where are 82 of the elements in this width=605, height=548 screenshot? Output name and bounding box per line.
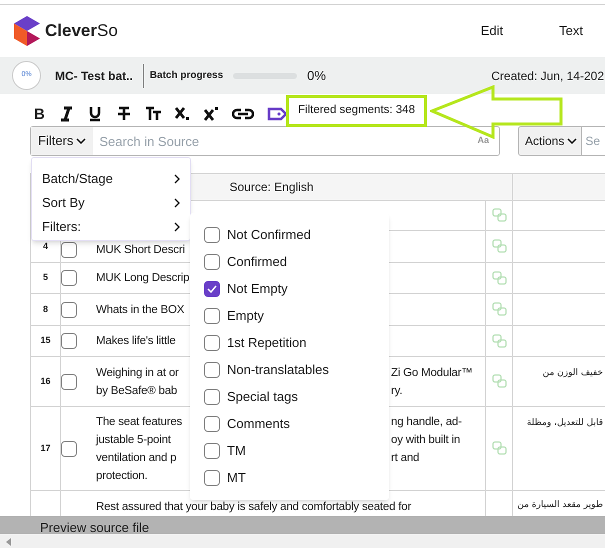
checkbox[interactable] bbox=[204, 334, 220, 350]
logo-text: CleverSo bbox=[45, 20, 118, 42]
row-checkbox[interactable] bbox=[61, 440, 77, 456]
checkbox[interactable] bbox=[204, 362, 220, 378]
source-text: The seat features bbox=[96, 414, 182, 430]
checkbox[interactable] bbox=[204, 254, 220, 270]
filters-button[interactable]: Filters bbox=[31, 127, 94, 155]
filter-option[interactable]: Empty bbox=[190, 302, 389, 329]
source-text: ventilation and p bbox=[96, 450, 176, 466]
filtered-count: Filtered segments: 348 bbox=[298, 103, 415, 118]
filter-option[interactable]: Non-translatables bbox=[190, 356, 389, 383]
source-text: Makes life's little bbox=[96, 334, 176, 349]
target-text: طوير مقعد السيارة من bbox=[517, 499, 604, 512]
scroll-left-icon[interactable] bbox=[6, 538, 11, 546]
source-text: MUK Long Descrip bbox=[96, 271, 190, 286]
chevron-down-icon bbox=[76, 138, 86, 144]
source-text: Whats in the BOX bbox=[96, 302, 184, 318]
source-text: ng handle, ad- bbox=[391, 414, 462, 430]
filter-option[interactable]: MT bbox=[190, 464, 389, 491]
row-checkbox[interactable] bbox=[61, 242, 77, 258]
row-number: 16 bbox=[40, 374, 50, 388]
row-checkbox[interactable] bbox=[61, 374, 77, 390]
target-text: خفيف الوزن من bbox=[542, 367, 604, 380]
row-checkbox[interactable] bbox=[61, 270, 77, 286]
row-number: 15 bbox=[40, 334, 50, 348]
checkbox[interactable] bbox=[204, 308, 220, 324]
strikethrough-icon[interactable] bbox=[116, 105, 132, 123]
source-text: by BeSafe® bab bbox=[96, 384, 178, 398]
filter-option[interactable]: Not Confirmed bbox=[190, 221, 389, 248]
logo-icon bbox=[14, 16, 40, 46]
created-date: Created: Jun, 14-202 bbox=[491, 68, 604, 84]
tag-icon[interactable] bbox=[266, 105, 289, 123]
row-checkbox[interactable] bbox=[61, 302, 77, 318]
chevron-right-icon bbox=[174, 198, 180, 208]
filter-option[interactable]: Special tags bbox=[190, 383, 389, 410]
preview-text[interactable]: Preview source file bbox=[40, 516, 605, 534]
filter-option[interactable]: Comments bbox=[190, 410, 389, 437]
checkbox[interactable] bbox=[204, 280, 220, 296]
source-text: Zi Go Modular™ bbox=[391, 366, 473, 380]
filter-option[interactable]: Not Empty bbox=[190, 275, 389, 302]
menu-item[interactable]: Filters: bbox=[32, 215, 190, 239]
menu-item[interactable]: Edit bbox=[480, 21, 504, 41]
row-number: 5 bbox=[42, 271, 48, 284]
checkbox[interactable] bbox=[204, 388, 220, 404]
scrollbar[interactable] bbox=[0, 534, 605, 548]
check-icon bbox=[207, 284, 217, 292]
checkbox[interactable] bbox=[204, 442, 220, 458]
source-text: Rest assured that your baby is safely and comfortably seated for bbox=[96, 500, 412, 515]
column-header: Source: English bbox=[229, 179, 314, 196]
menu-item[interactable]: Text bbox=[559, 21, 583, 41]
menu-item[interactable]: Batch/Stage bbox=[32, 167, 190, 191]
bold-button[interactable]: B bbox=[34, 106, 45, 122]
chevron-down-icon bbox=[567, 138, 578, 144]
checkbox[interactable] bbox=[204, 226, 220, 242]
source-text: justable 5-point bbox=[96, 432, 171, 448]
chevron-right-icon bbox=[174, 174, 180, 184]
menu-item[interactable]: Sort By bbox=[32, 191, 190, 215]
checkbox[interactable] bbox=[204, 416, 220, 432]
source-text: Weighing in at or bbox=[96, 366, 179, 380]
progress-label: Batch progress bbox=[150, 69, 224, 83]
progress-reading: 0% bbox=[307, 66, 326, 85]
actions-button[interactable]: Actions bbox=[518, 126, 582, 156]
filter-option[interactable]: TM bbox=[190, 437, 389, 464]
source-text: MUK Short Descri bbox=[96, 242, 185, 258]
target-text: قابل للتعديل، ومظلة bbox=[526, 417, 604, 430]
source-text: protection. bbox=[96, 468, 148, 484]
row-checkbox[interactable] bbox=[61, 333, 77, 349]
superscript-icon[interactable] bbox=[202, 105, 219, 123]
chevron-right-icon bbox=[174, 222, 180, 232]
text-case-icon[interactable] bbox=[144, 105, 161, 123]
batch-name: MC- Test bat.. bbox=[55, 68, 133, 84]
filter-option[interactable]: Confirmed bbox=[190, 248, 389, 275]
source-text: ry. bbox=[391, 384, 402, 398]
subscript-icon[interactable] bbox=[174, 105, 190, 123]
filter-option[interactable]: 1st Repetition bbox=[190, 329, 389, 356]
search-field[interactable]: Filters Search in Source Aa bbox=[30, 126, 500, 156]
source-text: oy with built in bbox=[391, 432, 460, 448]
source-text: rt and bbox=[391, 450, 420, 466]
row-number: 4 bbox=[42, 240, 48, 253]
row-number: 17 bbox=[40, 442, 50, 455]
row-number: 8 bbox=[42, 302, 48, 316]
checkbox[interactable] bbox=[204, 470, 220, 486]
